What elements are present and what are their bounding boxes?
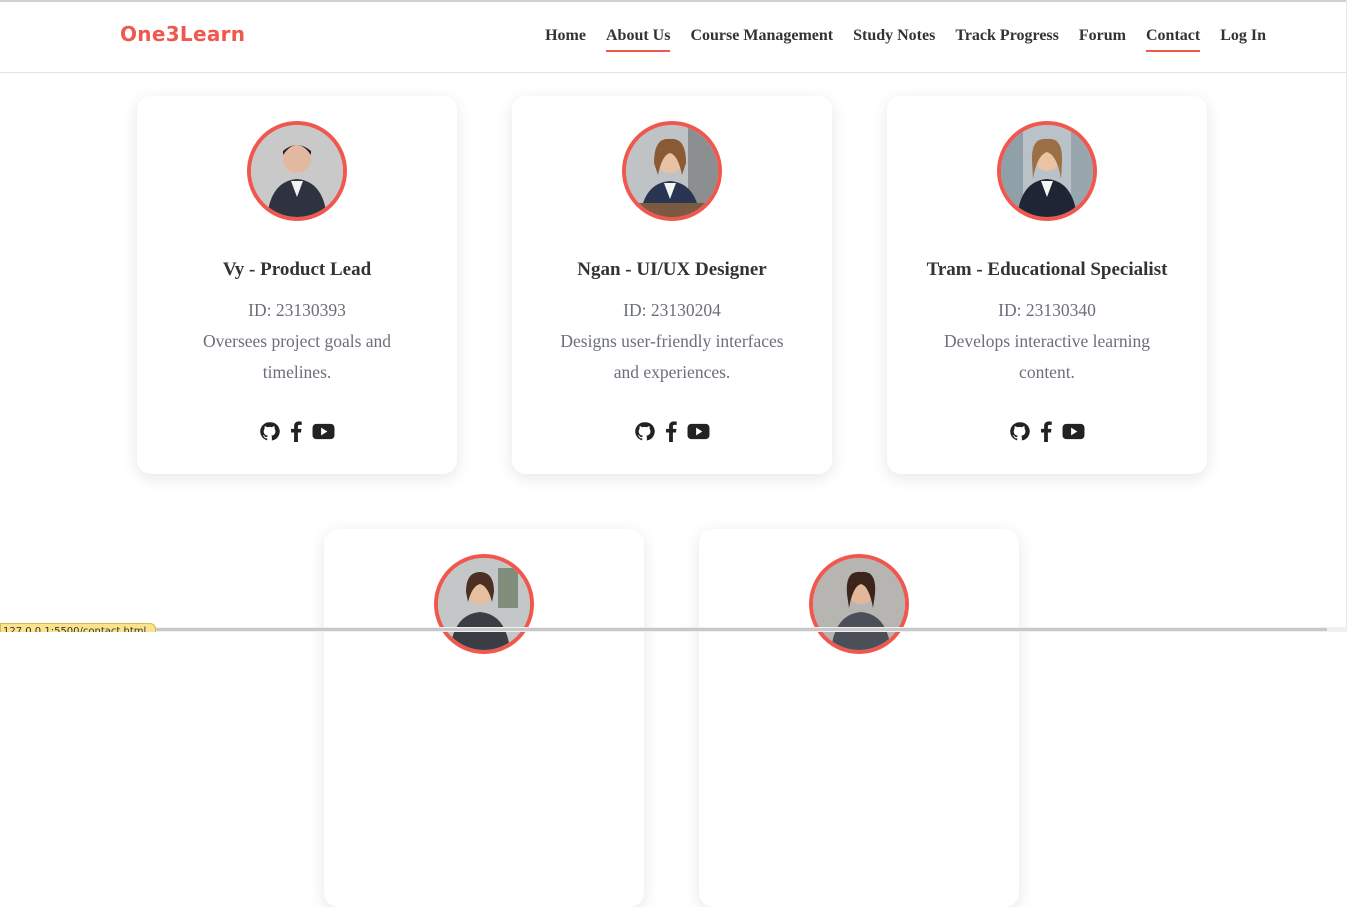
site-header: One3Learn Home About Us Course Managemen… (0, 2, 1347, 73)
team-card: Vy - Product Lead ID: 23130393 Oversees … (137, 96, 457, 474)
scrollbar-thumb[interactable] (152, 628, 1327, 631)
nav-forum[interactable]: Forum (1079, 26, 1126, 52)
team-card: Ngan - UI/UX Designer ID: 23130204 Desig… (512, 96, 832, 474)
member-description: Designs user-friendly interfaces and exp… (560, 331, 784, 382)
team-card: Tram - Educational Specialist ID: 231303… (887, 96, 1207, 474)
avatar (809, 554, 909, 654)
youtube-icon[interactable] (312, 421, 335, 443)
avatar (434, 554, 534, 654)
github-icon[interactable] (634, 421, 655, 443)
member-id: ID: 23130393 (248, 300, 346, 320)
team-card (324, 529, 644, 907)
team-card (699, 529, 1019, 907)
nav-home[interactable]: Home (545, 26, 586, 52)
member-name: Tram - Educational Specialist (926, 259, 1168, 280)
link-status-bar: 127.0.0.1:5500/contact.html (0, 623, 156, 632)
social-links (887, 421, 1207, 443)
nav-track-progress[interactable]: Track Progress (955, 26, 1059, 52)
member-name: Vy - Product Lead (222, 259, 372, 280)
site-logo[interactable]: One3Learn (120, 22, 245, 46)
avatar (247, 121, 347, 221)
social-links (512, 421, 832, 443)
nav-contact[interactable]: Contact (1145, 26, 1201, 52)
facebook-icon[interactable] (665, 421, 677, 443)
social-links (137, 421, 457, 443)
nav-about-us[interactable]: About Us (605, 26, 671, 52)
nav-log-in[interactable]: Log In (1220, 26, 1266, 52)
horizontal-scrollbar[interactable] (152, 627, 1347, 632)
github-icon[interactable] (259, 421, 280, 443)
avatar (622, 121, 722, 221)
youtube-icon[interactable] (1062, 421, 1085, 443)
nav-course-management[interactable]: Course Management (690, 26, 833, 52)
member-description: Develops interactive learning content. (943, 331, 1151, 382)
facebook-icon[interactable] (1040, 421, 1052, 443)
avatar (997, 121, 1097, 221)
member-id: ID: 23130204 (623, 300, 721, 320)
member-id: ID: 23130340 (998, 300, 1096, 320)
main-nav: Home About Us Course Management Study No… (525, 26, 1266, 52)
github-icon[interactable] (1009, 421, 1030, 443)
member-name: Ngan - UI/UX Designer (577, 259, 767, 280)
facebook-icon[interactable] (290, 421, 302, 443)
member-description: Oversees project goals and timelines. (202, 331, 392, 382)
youtube-icon[interactable] (687, 421, 710, 443)
nav-study-notes[interactable]: Study Notes (853, 26, 935, 52)
